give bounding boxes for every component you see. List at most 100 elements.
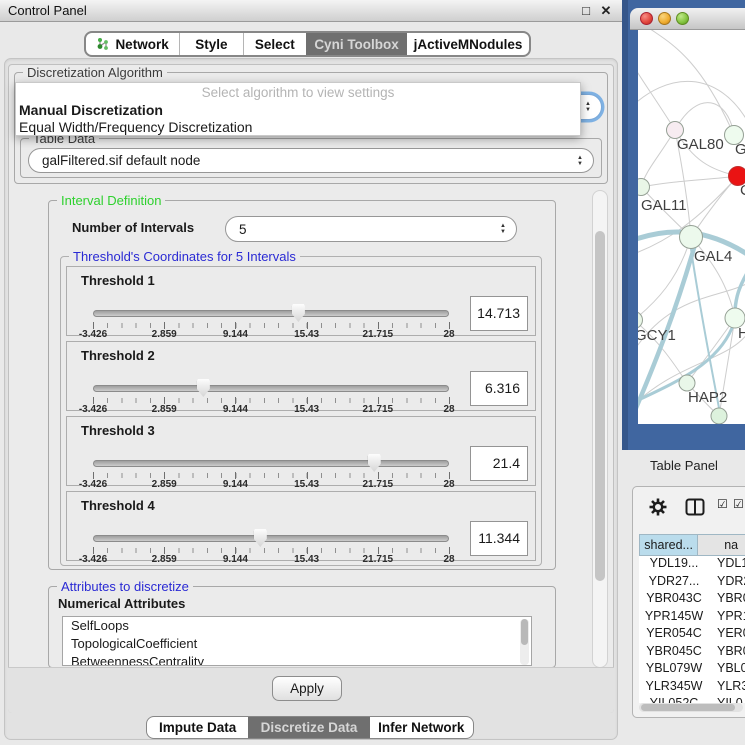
threshold-2-slider[interactable]: -3.426 2.859 9.144 15.43 21.715 28 bbox=[93, 378, 449, 412]
mac-zoom-button[interactable] bbox=[676, 12, 689, 25]
control-panel-titlebar: Control Panel □ ✕ bbox=[0, 0, 622, 22]
table-row[interactable]: YDR27...YDR2 bbox=[639, 574, 745, 592]
node-label-ga: GA bbox=[735, 141, 745, 158]
numerical-attributes-list[interactable]: SelfLoops TopologicalCoefficient Between… bbox=[62, 616, 532, 666]
apply-button[interactable]: Apply bbox=[272, 676, 342, 701]
tab-cyni-toolbox[interactable]: Cyni Toolbox bbox=[306, 33, 407, 55]
checkbox-icon[interactable]: ☑ bbox=[717, 497, 728, 511]
tick-label: 28 bbox=[443, 554, 454, 565]
node-gal11[interactable] bbox=[638, 179, 650, 196]
gear-icon[interactable] bbox=[649, 498, 667, 516]
tick-label: -3.426 bbox=[79, 329, 107, 340]
threshold-1-slider-thumb[interactable] bbox=[292, 304, 305, 322]
threshold-1-value-field[interactable]: 14.713 bbox=[470, 296, 528, 331]
threshold-4-value-field[interactable]: 11.344 bbox=[470, 521, 528, 556]
table-row[interactable]: YBR043CYBR0 bbox=[639, 591, 745, 609]
slider-track[interactable] bbox=[93, 460, 449, 467]
tab-jactivemnodules[interactable]: jActiveMNodules bbox=[407, 33, 529, 55]
table-panel-title: Table Panel bbox=[650, 458, 718, 473]
tab-select-label: Select bbox=[255, 37, 295, 52]
threshold-3-value-field[interactable]: 21.4 bbox=[470, 446, 528, 481]
panel-title: Control Panel bbox=[8, 3, 87, 18]
node-bottom[interactable] bbox=[711, 408, 727, 424]
threshold-4-label: Threshold 4 bbox=[81, 498, 155, 513]
mac-minimize-button[interactable] bbox=[658, 12, 671, 25]
columns-icon[interactable] bbox=[685, 498, 705, 516]
slider-minor-ticks bbox=[93, 398, 449, 403]
option-equal-width-frequency[interactable]: Equal Width/Frequency Discretization bbox=[19, 119, 252, 135]
panel-scrollbar[interactable] bbox=[592, 190, 608, 668]
table-data-combobox[interactable]: galFiltered.sif default node ▲▼ bbox=[28, 148, 594, 173]
list-scrollbar[interactable] bbox=[520, 619, 529, 665]
table-horizontal-scrollbar[interactable] bbox=[639, 703, 743, 712]
tick-label: 21.715 bbox=[363, 329, 394, 340]
node-label-gcy1: GCY1 bbox=[638, 327, 676, 344]
slider-minor-ticks bbox=[93, 473, 449, 478]
mac-close-button[interactable] bbox=[640, 12, 653, 25]
slider-minor-ticks bbox=[93, 548, 449, 553]
tick-label: 9.144 bbox=[223, 404, 248, 415]
tick-label: 21.715 bbox=[363, 404, 394, 415]
threshold-3-slider[interactable]: -3.426 2.859 9.144 15.43 21.715 28 bbox=[93, 453, 449, 487]
scrollbar-thumb[interactable] bbox=[641, 704, 735, 711]
tick-label: 2.859 bbox=[152, 479, 177, 490]
column-header-name[interactable]: na bbox=[698, 534, 745, 556]
table-row[interactable]: YDL19...YDL1 bbox=[639, 556, 745, 574]
tab-select[interactable]: Select bbox=[243, 33, 306, 55]
table-row[interactable]: YIL052CYIL0 bbox=[639, 696, 745, 703]
slider-track[interactable] bbox=[93, 385, 449, 392]
tab-style[interactable]: Style bbox=[179, 33, 242, 55]
network-window-titlebar bbox=[630, 8, 745, 30]
threshold-1-slider[interactable]: -3.426 2.859 9.144 15.43 21.715 28 bbox=[93, 303, 449, 337]
scrollbar-thumb[interactable] bbox=[595, 231, 605, 581]
list-item[interactable]: TopologicalCoefficient bbox=[63, 635, 531, 653]
float-window-icon[interactable]: □ bbox=[578, 3, 594, 19]
threshold-4-slider-thumb[interactable] bbox=[254, 529, 267, 547]
node-gal4[interactable] bbox=[680, 226, 703, 249]
table-body: YDL19...YDL1 YDR27...YDR2 YBR043CYBR0 YP… bbox=[639, 556, 745, 703]
table-row[interactable]: YBL079WYBL0 bbox=[639, 661, 745, 679]
tick-label: 28 bbox=[443, 329, 454, 340]
threshold-2-label: Threshold 2 bbox=[81, 348, 155, 363]
network-window: GAL80 GA C GAL11 GAL4 GCY1 H HAP2 bbox=[622, 0, 745, 450]
table-header-row: shared... na bbox=[639, 534, 745, 556]
tick-label: 2.859 bbox=[152, 554, 177, 565]
slider-track[interactable] bbox=[93, 535, 449, 542]
algorithm-dropdown-popup: Select algorithm to view settings Manual… bbox=[15, 82, 581, 136]
slider-track[interactable] bbox=[93, 310, 449, 317]
tick-label: 9.144 bbox=[223, 554, 248, 565]
node-gcy1[interactable] bbox=[638, 312, 643, 329]
attributes-group-title: Attributes to discretize bbox=[57, 579, 193, 594]
tab-network[interactable]: Network bbox=[86, 33, 179, 55]
list-item[interactable]: SelfLoops bbox=[63, 617, 531, 635]
tick-label: 2.859 bbox=[152, 404, 177, 415]
table-row[interactable]: YPR145WYPR1 bbox=[639, 609, 745, 627]
tick-label: 21.715 bbox=[363, 554, 394, 565]
right-side: GAL80 GA C GAL11 GAL4 GCY1 H HAP2 Table … bbox=[622, 0, 745, 745]
numerical-attributes-label: Numerical Attributes bbox=[58, 596, 185, 611]
checkbox-icon[interactable]: ☑ bbox=[733, 497, 744, 511]
threshold-2-slider-thumb[interactable] bbox=[197, 379, 210, 397]
tick-label: 2.859 bbox=[152, 329, 177, 340]
tab-impute-data[interactable]: Impute Data bbox=[147, 717, 248, 738]
table-row[interactable]: YLR345WYLR3 bbox=[639, 679, 745, 697]
node-label-h: H bbox=[738, 325, 745, 342]
network-canvas[interactable]: GAL80 GA C GAL11 GAL4 GCY1 H HAP2 bbox=[638, 30, 745, 424]
tab-infer-network[interactable]: Infer Network bbox=[370, 717, 473, 738]
threshold-1-panel: Threshold 1 -3.426 2.859 9.144 15.43 21.… bbox=[66, 266, 536, 336]
tab-discretize-data[interactable]: Discretize Data bbox=[248, 717, 369, 738]
tick-label: -3.426 bbox=[79, 404, 107, 415]
number-of-intervals-spinner[interactable]: 5 ▲▼ bbox=[225, 216, 517, 242]
threshold-2-value-field[interactable]: 6.316 bbox=[470, 371, 528, 406]
table-row[interactable]: YER054CYER0 bbox=[639, 626, 745, 644]
node-label-hap2: HAP2 bbox=[688, 389, 727, 406]
threshold-3-slider-thumb[interactable] bbox=[368, 454, 381, 472]
table-row[interactable]: YBR045CYBR0 bbox=[639, 644, 745, 662]
threshold-4-slider[interactable]: -3.426 2.859 9.144 15.43 21.715 28 bbox=[93, 528, 449, 562]
list-item[interactable]: BetweennessCentrality bbox=[63, 653, 531, 666]
option-manual-discretization[interactable]: Manual Discretization bbox=[19, 102, 163, 118]
close-icon[interactable]: ✕ bbox=[598, 3, 614, 19]
threshold-3-panel: Threshold 3 -3.426 2.859 9.144 15.43 21.… bbox=[66, 416, 536, 486]
tab-cyni-toolbox-label: Cyni Toolbox bbox=[314, 37, 399, 52]
column-header-shared-name[interactable]: shared... bbox=[639, 534, 698, 556]
